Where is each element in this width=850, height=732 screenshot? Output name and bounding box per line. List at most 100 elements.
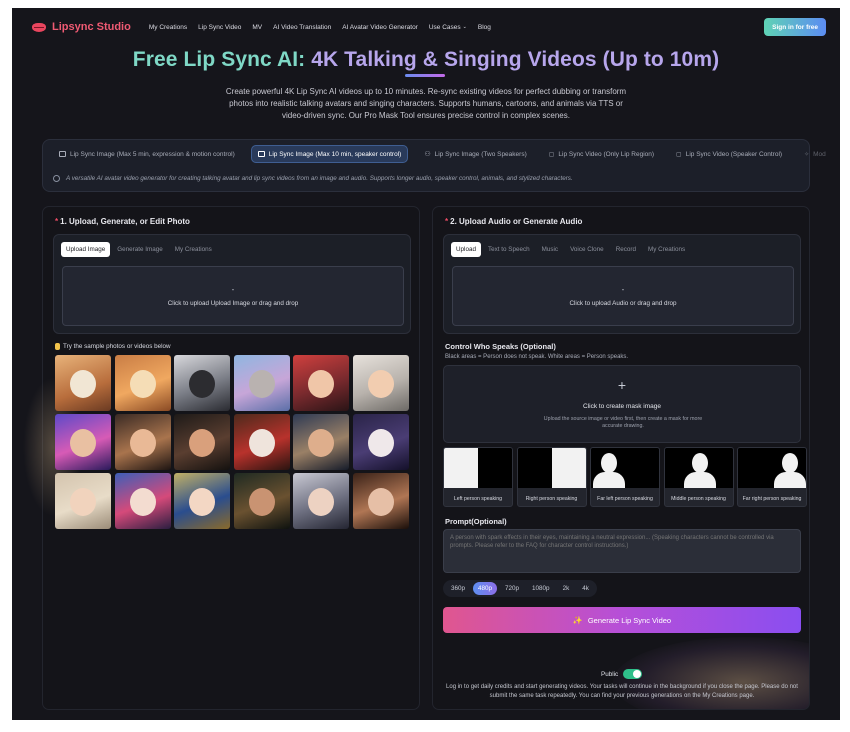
mode-tab-more[interactable]: ✧ Mod: [798, 145, 832, 163]
silhouette-body-icon: [593, 472, 625, 488]
resolution-720p[interactable]: 720p: [500, 582, 524, 595]
speaker-preset-label: Middle person speaking: [671, 495, 726, 502]
sample-thumb-pop-star[interactable]: [55, 414, 111, 470]
mode-tab-label: Lip Sync Video (Speaker Control): [685, 150, 783, 158]
silhouette-body-icon: [774, 472, 806, 488]
sample-thumb-laughing-baby[interactable]: [293, 355, 349, 411]
speaker-preset-middle[interactable]: Middle person speaking: [663, 447, 734, 507]
sample-thumb-snow-white[interactable]: [174, 473, 230, 529]
sample-subject: [70, 429, 96, 458]
sample-thumb-man-suit[interactable]: [293, 414, 349, 470]
nav-link-mv[interactable]: MV: [252, 24, 262, 31]
tab-upload[interactable]: Upload: [451, 242, 481, 257]
nav-link-ai-avatar-video-generator[interactable]: AI Avatar Video Generator: [342, 24, 418, 31]
nav-link-blog[interactable]: Blog: [478, 24, 491, 31]
sample-subject: [189, 429, 215, 458]
tab-generate-image[interactable]: Generate Image: [112, 242, 168, 257]
sample-thumb-singer-stage[interactable]: [293, 473, 349, 529]
speaker-presets: Left person speaking Right person speaki…: [443, 447, 807, 507]
photo-panel: * 1. Upload, Generate, or Edit Photo Uplo…: [23, 206, 420, 710]
sample-thumb-blonde-woman[interactable]: [55, 473, 111, 529]
mask-preview-middle: [664, 448, 733, 488]
sample-thumb-witch[interactable]: [233, 473, 290, 529]
resolution-2k[interactable]: 2k: [558, 582, 575, 595]
silhouette-body-icon: [683, 472, 716, 488]
silhouette-head-icon: [691, 453, 708, 473]
audio-dropzone[interactable]: - Click to upload Audio or drag and drop: [452, 266, 794, 326]
generate-button[interactable]: ✨ Generate Lip Sync Video: [443, 607, 801, 633]
image-dropzone[interactable]: - Click to upload Upload Image or drag a…: [62, 266, 404, 326]
nav-link-lip-sync-video[interactable]: Lip Sync Video: [198, 24, 241, 31]
nav-link-my-creations[interactable]: My Creations: [149, 24, 187, 31]
page-description: Create powerful 4K Lip Sync AI videos up…: [225, 87, 627, 120]
photo-input-box: Upload Image Generate Image My Creations…: [53, 234, 411, 334]
sample-thumb-harley[interactable]: [114, 473, 171, 529]
speaker-preset-left[interactable]: Left person speaking: [443, 447, 513, 507]
sample-subject: [70, 488, 96, 517]
sample-thumb-gorilla-car[interactable]: [174, 355, 230, 411]
mode-tab-two-speakers[interactable]: ⚇ Lip Sync Image (Two Speakers): [418, 145, 532, 163]
title-underline: [405, 74, 445, 77]
resolution-480p[interactable]: 480p: [473, 582, 498, 595]
sample-subject: [248, 429, 275, 458]
resolution-360p[interactable]: 360p: [446, 582, 470, 595]
tab-record[interactable]: Record: [611, 242, 641, 257]
sample-subject: [367, 488, 394, 517]
mask-preview-far-left: [591, 448, 659, 488]
tab-my-creations[interactable]: My Creations: [643, 242, 690, 257]
brand[interactable]: Lipsync Studio: [32, 21, 131, 33]
nav-link-ai-video-translation[interactable]: AI Video Translation: [273, 24, 331, 31]
sample-thumb-crying-baby[interactable]: [352, 355, 409, 411]
public-label: Public: [601, 670, 619, 678]
mode-tab-image-5min[interactable]: Lip Sync Image (Max 5 min, expression & …: [53, 145, 241, 163]
silhouette-head-icon: [782, 453, 798, 473]
create-mask-button[interactable]: + Click to create mask image Upload the …: [443, 365, 801, 443]
mode-tab-image-10min[interactable]: Lip Sync Image (Max 10 min, speaker cont…: [250, 145, 409, 163]
tab-music[interactable]: Music: [537, 242, 563, 257]
tab-text-to-speech[interactable]: Text to Speech: [483, 242, 535, 257]
sample-subject: [189, 370, 215, 399]
audio-panel: * 2. Upload Audio or Generate Audio Uploa…: [432, 206, 810, 710]
sample-thumb-singing-cat[interactable]: [55, 355, 111, 411]
app-frame: Lipsync Studio My Creations Lip Sync Vid…: [12, 8, 840, 720]
sample-thumb-kitten[interactable]: [114, 355, 171, 411]
sample-subject: [308, 488, 334, 517]
sample-subject: [129, 429, 156, 458]
public-toggle-row: Public: [601, 669, 643, 679]
audio-source-tabs: Upload Text to Speech Music Voice Clone …: [451, 242, 690, 257]
nav-links: My Creations Lip Sync Video MV AI Video …: [149, 24, 491, 31]
sample-thumb-rabbit[interactable]: [233, 355, 290, 411]
silhouette-head-icon: [601, 453, 617, 473]
create-mask-title: Click to create mask image: [582, 403, 662, 410]
speaker-preset-far-left[interactable]: Far left person speaking: [590, 447, 660, 507]
tab-my-creations[interactable]: My Creations: [170, 242, 217, 257]
samples-label: Try the sample photos or videos below: [55, 343, 171, 350]
nav-link-use-cases[interactable]: Use Cases ⌄: [429, 24, 467, 31]
info-icon: [53, 175, 60, 182]
sample-thumb-joker[interactable]: [352, 414, 409, 470]
prompt-input[interactable]: [443, 529, 801, 573]
speaker-preset-far-right[interactable]: Far right person speaking: [737, 447, 807, 507]
mode-tab-video-lip-region[interactable]: ▢ Lip Sync Video (Only Lip Region): [543, 145, 660, 163]
mode-tab-video-speaker-control[interactable]: ▢ Lip Sync Video (Speaker Control): [670, 145, 788, 163]
audio-dropzone-text: Click to upload Audio or drag and drop: [569, 299, 677, 307]
prompt-title: Prompt(Optional): [445, 517, 507, 526]
public-toggle[interactable]: [623, 669, 643, 679]
photo-panel-title-text: 1. Upload, Generate, or Edit Photo: [60, 217, 190, 226]
sample-thumb-woman-mic[interactable]: [352, 473, 409, 529]
resolution-4k[interactable]: 4k: [577, 582, 594, 595]
sample-thumb-santa[interactable]: [233, 414, 290, 470]
speaker-preset-right[interactable]: Right person speaking: [516, 447, 587, 507]
sign-in-button[interactable]: Sign in for free: [764, 18, 826, 36]
brand-name: Lipsync Studio: [52, 21, 131, 33]
users-icon: ⚇: [424, 151, 431, 158]
nav-link-use-cases-label: Use Cases: [428, 23, 461, 31]
mode-tab-label: Mod: [813, 150, 826, 158]
speaker-preset-label: Right person speaking: [525, 495, 578, 502]
tab-upload-image[interactable]: Upload Image: [61, 242, 111, 257]
resolution-1080p[interactable]: 1080p: [527, 582, 555, 595]
sample-thumb-smiling-man[interactable]: [174, 414, 230, 470]
tab-voice-clone[interactable]: Voice Clone: [565, 242, 609, 257]
sample-thumb-singing-toddler[interactable]: [114, 414, 171, 470]
required-marker: *: [55, 217, 59, 226]
